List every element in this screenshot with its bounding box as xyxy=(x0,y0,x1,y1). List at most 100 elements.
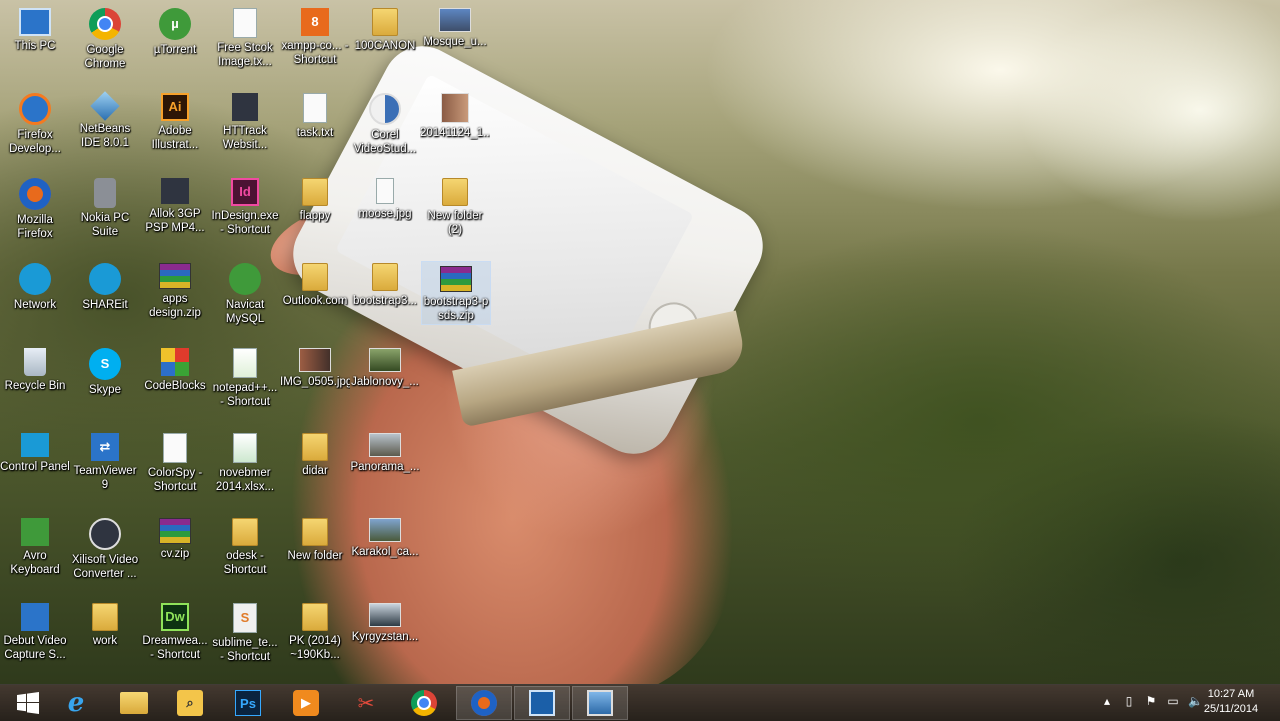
file-explorer-icon xyxy=(120,692,148,714)
photo-thumbnail-icon xyxy=(299,348,331,372)
desktop-icon-adobe-illustrator[interactable]: Ai Adobe Illustrat... xyxy=(140,87,210,167)
desktop-icon-netbeans[interactable]: NetBeans IDE 8.0.1 xyxy=(70,87,140,167)
desktop-icon-outlook[interactable]: Outlook.com xyxy=(280,257,350,337)
desktop-icon-network[interactable]: Network xyxy=(0,257,70,337)
taskbar-chrome[interactable] xyxy=(396,686,452,720)
device-sync-icon[interactable]: ▯ xyxy=(1122,694,1136,708)
desktop-icon-free-stock-image[interactable]: Free Stcok Image.tx... xyxy=(210,2,280,82)
desktop-icon-control-panel[interactable]: Control Panel xyxy=(0,427,70,507)
network-globe-icon xyxy=(19,263,51,295)
network-icon[interactable]: ▭ xyxy=(1166,694,1180,708)
desktop-icon-debut-video-capture[interactable]: Debut Video Capture S... xyxy=(0,597,70,677)
desktop-icon-new-folder-2[interactable]: New folder (2) xyxy=(420,172,490,252)
desktop-icon-utorrent[interactable]: µ µTorrent xyxy=(140,2,210,82)
taskbar-photoshop[interactable]: Ps xyxy=(220,686,276,720)
skype-icon: S xyxy=(89,348,121,380)
video-converter-icon xyxy=(161,178,189,204)
desktop-icon-google-chrome[interactable]: Google Chrome xyxy=(70,2,140,82)
taskbar-file-explorer[interactable] xyxy=(106,686,162,720)
taskbar-video-capture[interactable] xyxy=(514,686,570,720)
action-center-flag-icon[interactable]: ⚑ xyxy=(1144,694,1158,708)
navicat-icon xyxy=(229,263,261,295)
colorspy-icon xyxy=(163,433,187,463)
desktop-icon-indesign[interactable]: Id InDesign.exe - Shortcut xyxy=(210,172,280,252)
desktop-icon-apps-design-zip[interactable]: apps design.zip xyxy=(140,257,210,337)
photo-thumbnail-icon xyxy=(439,8,471,32)
desktop-icon-xampp[interactable]: 8 xampp-co... - Shortcut xyxy=(280,2,350,82)
desktop-icon-cv-zip[interactable]: cv.zip xyxy=(140,512,210,592)
chrome-icon xyxy=(411,690,437,716)
netbeans-icon xyxy=(90,91,120,121)
desktop-icon-teamviewer[interactable]: ⇄ TeamViewer 9 xyxy=(70,427,140,507)
desktop-icon-new-folder[interactable]: New folder xyxy=(280,512,350,592)
desktop-icon-notepad-plus[interactable]: notepad++... - Shortcut xyxy=(210,342,280,422)
utorrent-icon: µ xyxy=(159,8,191,40)
desktop-icon-20141124[interactable]: 20141124_1... xyxy=(420,87,490,167)
desktop-icon-work[interactable]: work xyxy=(70,597,140,677)
taskbar-snipping-tool[interactable]: ✂ xyxy=(338,686,394,720)
photo-thumbnail-icon xyxy=(369,348,401,372)
media-player-icon: ▶ xyxy=(293,690,319,716)
folder-icon xyxy=(302,518,328,546)
desktop-icon-recycle-bin[interactable]: Recycle Bin xyxy=(0,342,70,422)
folder-icon xyxy=(302,263,328,291)
desktop-icon-mosque[interactable]: Mosque_u... xyxy=(420,2,490,82)
desktop-icon-bootstrap3-folder[interactable]: bootstrap3... xyxy=(350,257,420,337)
desktop-icon-httrack[interactable]: HTTrack Websit... xyxy=(210,87,280,167)
xampp-icon: 8 xyxy=(301,8,329,36)
desktop-icon-this-pc[interactable]: This PC xyxy=(0,2,70,82)
desktop-icon-panorama[interactable]: Panorama_... xyxy=(350,427,420,507)
desktop-icon-allok-3gp[interactable]: Allok 3GP PSP MP4... xyxy=(140,172,210,252)
taskbar-internet-explorer[interactable]: e xyxy=(48,686,104,720)
desktop-icon-odesk[interactable]: odesk - Shortcut xyxy=(210,512,280,592)
desktop-icon-mozilla-firefox[interactable]: Mozilla Firefox xyxy=(0,172,70,252)
show-hidden-icons-icon[interactable]: ▴ xyxy=(1100,694,1114,708)
desktop-icon-jablonovy[interactable]: Jablonovy_... xyxy=(350,342,420,422)
desktop-icon-corel-videostudio[interactable]: Corel VideoStud... xyxy=(350,87,420,167)
desktop-icon-navicat[interactable]: Navicat MySQL xyxy=(210,257,280,337)
desktop-icon-100canon[interactable]: 100CANON xyxy=(350,2,420,82)
snipping-tool-icon: ✂ xyxy=(357,692,375,715)
desktop-icon-bootstrap3-zip[interactable]: bootstrap3-p sds.zip xyxy=(421,261,491,325)
desktop-icon-avro-keyboard[interactable]: Avro Keyboard xyxy=(0,512,70,592)
image-viewer-icon xyxy=(587,690,613,716)
photo-thumbnail-icon xyxy=(441,93,469,123)
desktop-icon-november-xlsx[interactable]: novebmer 2014.xlsx... xyxy=(210,427,280,507)
codeblocks-icon xyxy=(161,348,189,376)
desktop-icon-skype[interactable]: S Skype xyxy=(70,342,140,422)
illustrator-icon: Ai xyxy=(161,93,189,121)
desktop-icon-img-0505[interactable]: IMG_0505.jpg xyxy=(280,342,350,422)
desktop-icon-sublime-text[interactable]: Ssublime_te... - Shortcut xyxy=(210,597,280,677)
zip-archive-icon xyxy=(440,266,472,292)
desktop-icon-karakol[interactable]: Karakol_ca... xyxy=(350,512,420,592)
desktop-icon-firefox-developer[interactable]: Firefox Develop... xyxy=(0,87,70,167)
desktop-icon-didar[interactable]: didar xyxy=(280,427,350,507)
taskbar-firefox[interactable] xyxy=(456,686,512,720)
shareit-icon xyxy=(89,263,121,295)
desktop-icon-kyrgyzstan[interactable]: Kyrgyzstan... xyxy=(350,597,420,677)
desktop-icon-shareit[interactable]: SHAREit xyxy=(70,257,140,337)
chrome-icon xyxy=(89,8,121,40)
desktop-icon-moose-jpg[interactable]: moose.jpg xyxy=(350,172,420,252)
folder-icon xyxy=(232,518,258,546)
desktop-icon-xilisoft[interactable]: Xilisoft Video Converter ... xyxy=(70,512,140,592)
taskbar-search-tool[interactable]: ⌕ xyxy=(162,686,218,720)
video-capture-icon xyxy=(529,690,555,716)
taskbar-clock[interactable]: 10:27 AM 25/11/2014 xyxy=(1196,687,1266,717)
folder-icon xyxy=(302,433,328,461)
control-panel-icon xyxy=(21,433,49,457)
teamviewer-icon: ⇄ xyxy=(91,433,119,461)
desktop-icon-codeblocks[interactable]: CodeBlocks xyxy=(140,342,210,422)
taskbar-media-player[interactable]: ▶ xyxy=(278,686,334,720)
taskbar-image-viewer[interactable] xyxy=(572,686,628,720)
firefox-icon xyxy=(471,690,497,716)
desktop-icon-task-txt[interactable]: task.txt xyxy=(280,87,350,167)
avro-keyboard-icon xyxy=(21,518,49,546)
desktop-icon-flappy[interactable]: flappy xyxy=(280,172,350,252)
desktop-icon-nokia-pc-suite[interactable]: Nokia PC Suite xyxy=(70,172,140,252)
excel-file-icon xyxy=(233,433,257,463)
recycle-bin-icon xyxy=(24,348,46,376)
desktop-icon-colorspy[interactable]: ColorSpy - Shortcut xyxy=(140,427,210,507)
desktop-icon-pk-2014[interactable]: PK (2014) ~190Kb... xyxy=(280,597,350,677)
desktop-icon-dreamweaver[interactable]: Dw Dreamwea... - Shortcut xyxy=(140,597,210,677)
